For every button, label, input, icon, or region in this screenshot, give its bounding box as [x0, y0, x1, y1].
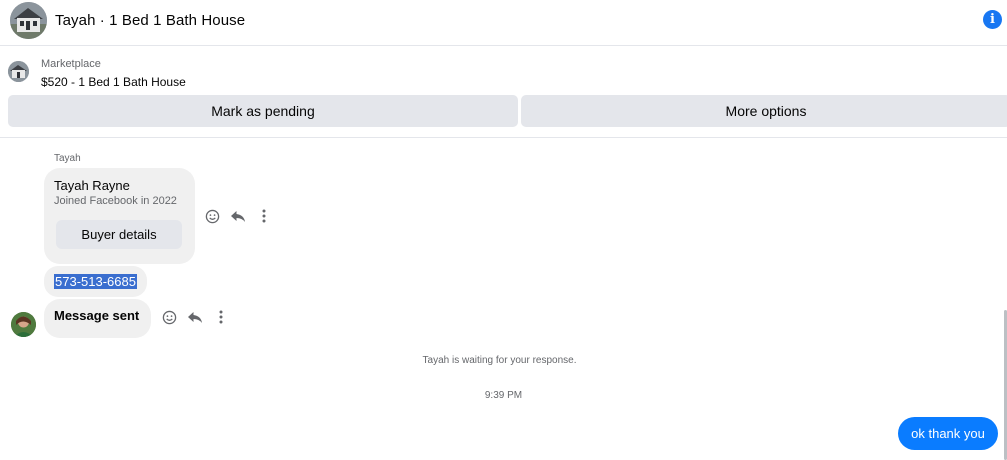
message-actions	[204, 208, 272, 224]
sender-avatar[interactable]	[11, 312, 36, 337]
listing-thumbnail[interactable]	[8, 61, 29, 82]
buyer-details-button[interactable]: Buyer details	[56, 220, 182, 249]
more-options-button[interactable]: More options	[521, 95, 1007, 127]
message-timestamp: 9:39 PM	[484, 390, 523, 401]
message-actions	[161, 309, 229, 325]
buyer-joined-date: Joined Facebook in 2022	[54, 195, 177, 207]
message-sent-text: Message sent	[54, 308, 140, 323]
phone-number-message[interactable]: 573-513-6685	[44, 266, 147, 297]
conversation-header: Tayah · 1 Bed 1 Bath House i	[0, 0, 1007, 46]
more-icon[interactable]	[213, 309, 229, 325]
emoji-icon[interactable]	[161, 309, 177, 325]
more-icon[interactable]	[256, 208, 272, 224]
listing-title[interactable]: $520 - 1 Bed 1 Bath House	[41, 75, 186, 89]
waiting-status: Tayah is waiting for your response.	[422, 355, 577, 366]
sender-name: Tayah	[54, 153, 81, 164]
reply-icon[interactable]	[187, 309, 203, 325]
outgoing-message[interactable]: ok thank you	[898, 417, 998, 450]
emoji-icon[interactable]	[204, 208, 220, 224]
buyer-profile-card: Tayah Rayne Joined Facebook in 2022 Buye…	[44, 168, 195, 264]
conversation-title: Tayah · 1 Bed 1 Bath House	[55, 12, 246, 29]
marketplace-label: Marketplace	[41, 58, 101, 70]
mark-as-pending-button[interactable]: Mark as pending	[8, 95, 518, 127]
info-icon[interactable]: i	[983, 10, 1002, 29]
listing-avatar[interactable]	[10, 2, 47, 39]
divider	[0, 137, 1007, 138]
buyer-name: Tayah Rayne	[54, 178, 130, 193]
message-sent-bubble[interactable]: Message sent	[44, 299, 151, 338]
marketplace-listing-banner: Marketplace $520 - 1 Bed 1 Bath House Ma…	[0, 47, 1007, 137]
reply-icon[interactable]	[230, 208, 246, 224]
phone-number-text[interactable]: 573-513-6685	[54, 274, 137, 289]
